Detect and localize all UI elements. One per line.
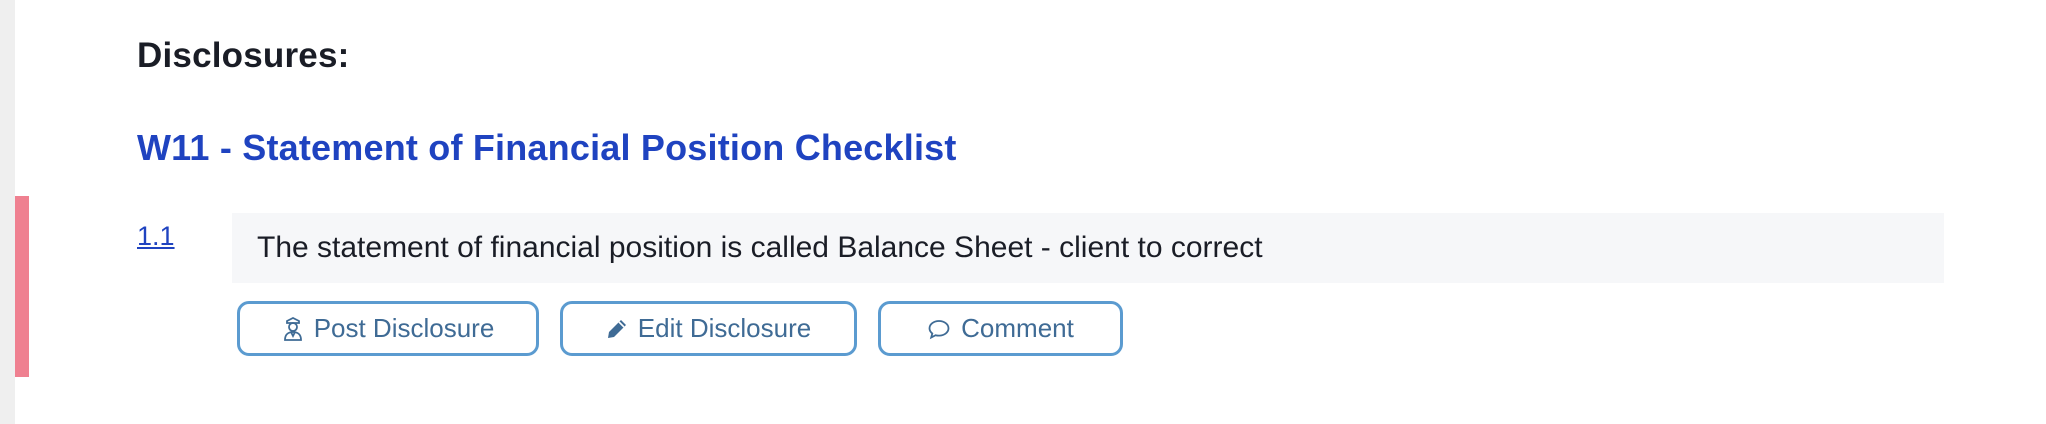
section-heading: Disclosures: (137, 36, 350, 75)
item-status-marker (15, 196, 29, 377)
edit-disclosure-button[interactable]: Edit Disclosure (560, 301, 857, 356)
speech-bubble-icon (927, 318, 951, 340)
post-disclosure-label: Post Disclosure (313, 313, 495, 343)
disclosures-panel: Disclosures: W11 - Statement of Financia… (0, 0, 2046, 424)
checklist-title: W11 - Statement of Financial Position Ch… (137, 127, 957, 168)
item-number-link[interactable]: 1.1 (137, 221, 175, 252)
post-disclosure-button[interactable]: Post Disclosure (237, 301, 539, 356)
comment-label: Comment (961, 313, 1074, 343)
user-icon (282, 316, 304, 342)
disclosure-item-text: The statement of financial position is c… (257, 231, 1263, 264)
comment-button[interactable]: Comment (878, 301, 1123, 356)
pencil-icon (606, 318, 628, 340)
left-gutter (0, 0, 15, 424)
edit-disclosure-label: Edit Disclosure (637, 313, 812, 343)
disclosure-item: The statement of financial position is c… (232, 213, 1944, 283)
